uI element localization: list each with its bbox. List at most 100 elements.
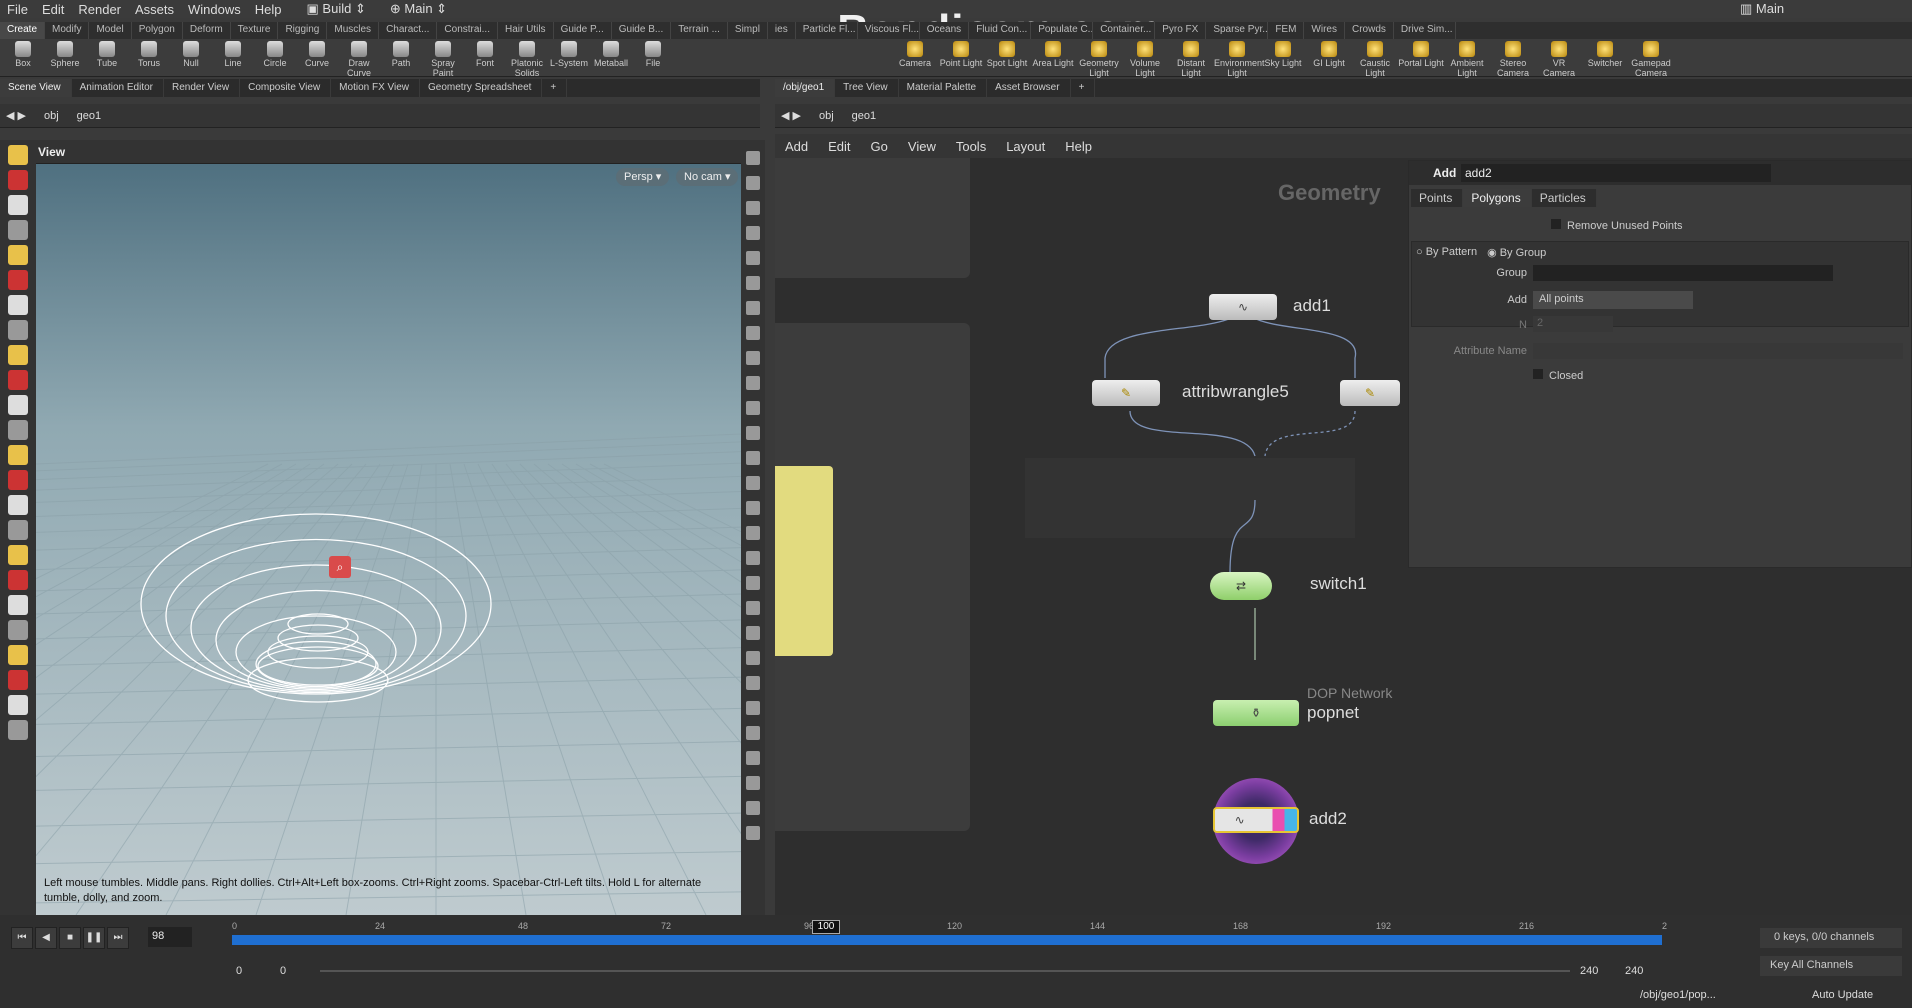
shelf-tab[interactable]: Simpl bbox=[728, 22, 768, 39]
tool-icon[interactable] bbox=[8, 595, 28, 615]
display-option-icon[interactable] bbox=[746, 501, 760, 515]
display-option-icon[interactable] bbox=[746, 526, 760, 540]
tool-icon[interactable] bbox=[8, 670, 28, 690]
net-menu-tools[interactable]: Tools bbox=[946, 139, 996, 154]
shelf-tool[interactable]: Box bbox=[0, 41, 46, 68]
tool-icon[interactable] bbox=[8, 720, 28, 740]
node-attribwrangle-other[interactable]: ✎ bbox=[1340, 380, 1400, 406]
shelf-tab[interactable]: Viscous Fl... bbox=[858, 22, 920, 39]
tool-icon[interactable] bbox=[8, 645, 28, 665]
shelf-tab[interactable]: Populate C... bbox=[1031, 22, 1094, 39]
display-option-icon[interactable] bbox=[746, 551, 760, 565]
display-option-icon[interactable] bbox=[746, 676, 760, 690]
parm-tab-particles[interactable]: Particles bbox=[1531, 189, 1597, 207]
tool-icon[interactable] bbox=[8, 295, 28, 315]
shelf-tab[interactable]: Texture bbox=[231, 22, 279, 39]
key-all-channels-button[interactable]: Key All Channels bbox=[1760, 956, 1902, 976]
shelf-tab[interactable]: Guide B... bbox=[612, 22, 672, 39]
display-option-icon[interactable] bbox=[746, 451, 760, 465]
tool-icon[interactable] bbox=[8, 220, 28, 240]
tab-material-palette[interactable]: Material Palette bbox=[899, 79, 988, 97]
tab-scene-view[interactable]: Scene View bbox=[0, 79, 72, 97]
workspace-selector[interactable]: ▥ Main bbox=[1740, 1, 1784, 17]
crumb-obj[interactable]: obj bbox=[38, 110, 71, 122]
shelf-tool[interactable]: Switcher bbox=[1582, 41, 1628, 68]
net-menu-add[interactable]: Add bbox=[775, 139, 818, 154]
remove-unused-toggle[interactable]: Remove Unused Points bbox=[1551, 219, 1683, 232]
tab-motion-fx[interactable]: Motion FX View bbox=[331, 79, 421, 97]
display-option-icon[interactable] bbox=[746, 401, 760, 415]
shelf-tool[interactable]: Ambient Light bbox=[1444, 41, 1490, 78]
display-option-icon[interactable] bbox=[746, 626, 760, 640]
tool-icon[interactable] bbox=[8, 270, 28, 290]
display-option-icon[interactable] bbox=[746, 426, 760, 440]
display-option-icon[interactable] bbox=[746, 801, 760, 815]
display-option-icon[interactable] bbox=[746, 576, 760, 590]
jump-end-button[interactable]: ⏭ bbox=[107, 927, 129, 949]
range-start[interactable]: 0 bbox=[236, 965, 242, 977]
handle-icon[interactable]: ⌕ bbox=[329, 556, 351, 578]
shelf-tab[interactable]: Rigging bbox=[278, 22, 328, 39]
shelf-tab[interactable]: Pyro FX bbox=[1155, 22, 1207, 39]
camera-menu[interactable]: No cam ▾ bbox=[676, 168, 739, 186]
display-option-icon[interactable] bbox=[746, 751, 760, 765]
shelf-tool[interactable]: Gamepad Camera bbox=[1628, 41, 1674, 78]
tab-network-editor[interactable]: /obj/geo1 bbox=[775, 79, 836, 97]
display-option-icon[interactable] bbox=[746, 476, 760, 490]
tool-icon[interactable] bbox=[8, 545, 28, 565]
menu-windows[interactable]: Windows bbox=[181, 2, 248, 17]
tool-icon[interactable] bbox=[8, 195, 28, 215]
tool-icon[interactable] bbox=[8, 345, 28, 365]
shelf-tool[interactable]: L-System bbox=[546, 41, 592, 68]
shelf-tool[interactable]: File bbox=[630, 41, 676, 68]
shelf-tool[interactable]: Null bbox=[168, 41, 214, 68]
shelf-tool[interactable]: GI Light bbox=[1306, 41, 1352, 68]
shelf-tool[interactable]: Circle bbox=[252, 41, 298, 68]
display-option-icon[interactable] bbox=[746, 376, 760, 390]
tool-icon[interactable] bbox=[8, 395, 28, 415]
tool-icon[interactable] bbox=[8, 695, 28, 715]
menu-file[interactable]: File bbox=[0, 2, 35, 17]
pause-button[interactable]: ❚❚ bbox=[83, 927, 105, 949]
shelf-tool[interactable]: Line bbox=[210, 41, 256, 68]
shelf-tab[interactable]: Create bbox=[0, 22, 46, 39]
node-popnet[interactable]: ⚱ bbox=[1213, 700, 1299, 726]
n-field[interactable]: 2 bbox=[1533, 316, 1613, 332]
shelf-tab[interactable]: Muscles bbox=[327, 22, 380, 39]
add-tab-icon[interactable]: + bbox=[542, 79, 568, 97]
range-end-2[interactable]: 240 bbox=[1625, 965, 1643, 977]
shelf-tool[interactable]: Stereo Camera bbox=[1490, 41, 1536, 78]
shelf-tab[interactable]: Deform bbox=[183, 22, 231, 39]
persp-menu[interactable]: Persp ▾ bbox=[616, 168, 670, 186]
range-start-2[interactable]: 0 bbox=[280, 965, 286, 977]
add-tab-icon[interactable]: + bbox=[1071, 79, 1096, 97]
menu-assets[interactable]: Assets bbox=[128, 2, 181, 17]
shelf-tool[interactable]: Sky Light bbox=[1260, 41, 1306, 68]
tab-composite-view[interactable]: Composite View bbox=[240, 79, 332, 97]
shelf-tool[interactable]: Area Light bbox=[1030, 41, 1076, 68]
shelf-tool[interactable]: Environment Light bbox=[1214, 41, 1265, 78]
shelf-tool[interactable]: Font bbox=[462, 41, 508, 68]
display-option-icon[interactable] bbox=[746, 151, 760, 165]
shelf-tool[interactable]: Sphere bbox=[42, 41, 88, 68]
net-menu-help[interactable]: Help bbox=[1055, 139, 1102, 154]
tool-icon[interactable] bbox=[8, 445, 28, 465]
shelf-tab[interactable]: Guide P... bbox=[554, 22, 612, 39]
nav-arrows-icon[interactable]: ◀ ▶ bbox=[775, 109, 813, 122]
menu-edit[interactable]: Edit bbox=[35, 2, 71, 17]
shelf-tool[interactable]: Draw Curve bbox=[336, 41, 382, 78]
shelf-tool[interactable]: Volume Light bbox=[1122, 41, 1168, 78]
shelf-tool[interactable]: Curve bbox=[294, 41, 340, 68]
display-option-icon[interactable] bbox=[746, 651, 760, 665]
attr-name-field[interactable] bbox=[1533, 343, 1903, 359]
node-attribwrangle5[interactable]: ✎ bbox=[1092, 380, 1160, 406]
stop-button[interactable]: ■ bbox=[59, 927, 81, 949]
play-reverse-button[interactable]: ◀ bbox=[35, 927, 57, 949]
crumb-geo1[interactable]: geo1 bbox=[846, 110, 888, 122]
net-menu-layout[interactable]: Layout bbox=[996, 139, 1055, 154]
tab-asset-browser[interactable]: Asset Browser bbox=[987, 79, 1071, 97]
net-menu-view[interactable]: View bbox=[898, 139, 946, 154]
desktop-selector[interactable]: ▣ Build ⇕ bbox=[301, 1, 372, 17]
shelf-tab[interactable]: Terrain ... bbox=[671, 22, 728, 39]
scene-viewport[interactable]: ⌕ Persp ▾ No cam ▾ Left mouse tumbles. M… bbox=[36, 164, 741, 915]
